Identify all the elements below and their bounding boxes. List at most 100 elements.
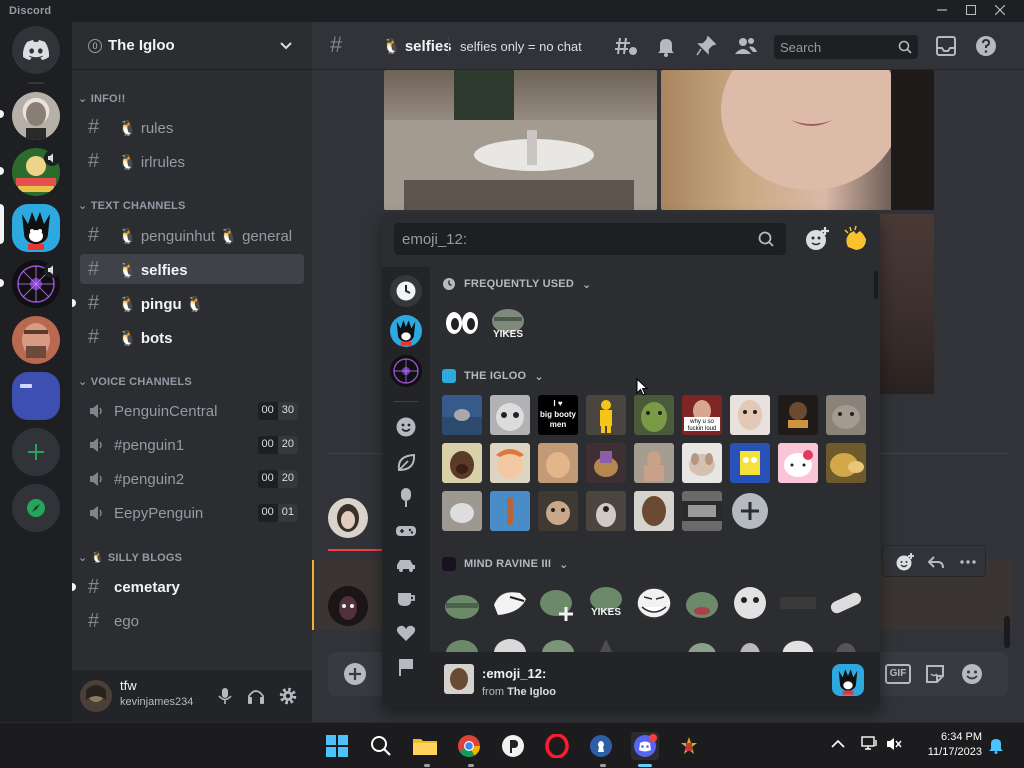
headphones-icon[interactable]	[246, 686, 266, 706]
channel-cemetary[interactable]: # cemetary	[72, 572, 304, 602]
category-voice-channels[interactable]: ⌄ VOICE CHANNELS	[78, 375, 192, 388]
avatar[interactable]	[80, 680, 112, 712]
message-avatar[interactable]	[328, 498, 368, 538]
emoji-igloo-18[interactable]	[826, 443, 866, 483]
opera-icon[interactable]	[543, 732, 571, 760]
emoji-ravine-10[interactable]	[442, 631, 482, 652]
voice-channel-penguincentral[interactable]: PenguinCentral 00 30	[80, 396, 304, 426]
game-icon[interactable]	[675, 732, 703, 760]
system-clock[interactable]: 6:34 PM 11/17/2023	[928, 730, 982, 760]
emoji-igloo-22[interactable]	[586, 491, 626, 531]
emoji-igloo-15[interactable]	[682, 443, 722, 483]
voice-channel-penguin1[interactable]: #penguin1 00 20	[80, 430, 304, 460]
direct-messages-button[interactable]	[12, 26, 60, 74]
emoji-igloo-3[interactable]: I ♥ big booty men	[538, 395, 578, 435]
emoji-search-input[interactable]	[402, 229, 742, 249]
rail-people[interactable]	[390, 411, 422, 443]
emoji-ravine-5[interactable]	[634, 583, 674, 623]
emoji-igloo-19[interactable]	[442, 491, 482, 531]
emoji-ravine-4[interactable]: YIKES	[586, 583, 626, 623]
rail-nature[interactable]	[390, 447, 422, 479]
rail-food[interactable]	[390, 481, 422, 513]
guild-header[interactable]: 0 The Igloo	[72, 22, 312, 70]
emoji-ravine-3[interactable]	[538, 583, 578, 623]
windows-start-icon[interactable]	[323, 732, 351, 760]
emoji-igloo-17[interactable]	[778, 443, 818, 483]
chrome-icon[interactable]	[455, 732, 483, 760]
gear-icon[interactable]	[278, 686, 298, 706]
emoji-igloo-9[interactable]	[826, 395, 866, 435]
explore-button[interactable]	[12, 484, 60, 532]
emoji-igloo-20[interactable]	[490, 491, 530, 531]
voice-channel-penguin2[interactable]: #penguin2 00 20	[80, 464, 304, 494]
section-frequently-used[interactable]: FREQUENTLY USED ⌄	[442, 277, 591, 291]
taskbar-search-icon[interactable]	[367, 732, 395, 760]
clapping-hands-icon[interactable]	[842, 225, 870, 253]
bell-icon[interactable]	[654, 34, 678, 58]
emoji-ravine-17[interactable]	[826, 631, 866, 652]
emoji-igloo-6[interactable]: why u so fuckin loud	[682, 395, 722, 435]
server-icon-the-igloo[interactable]	[12, 204, 60, 252]
emoji-igloo-13[interactable]	[586, 443, 626, 483]
channel-penguinhut-general[interactable]: # 🐧 penguinhut 🐧 general	[80, 220, 304, 250]
selfie-image-3[interactable]	[878, 214, 934, 394]
emoji-igloo-11[interactable]	[490, 443, 530, 483]
help-icon[interactable]	[974, 34, 998, 58]
emoji-eyes[interactable]	[442, 303, 482, 343]
inbox-icon[interactable]	[934, 34, 958, 58]
rail-activities[interactable]	[390, 515, 422, 547]
search-box[interactable]: Search	[774, 35, 918, 59]
channel-pingu[interactable]: # 🐧 pingu 🐧	[72, 288, 304, 318]
emoji-ravine-9[interactable]	[826, 583, 866, 623]
add-reaction-icon[interactable]	[895, 552, 915, 572]
channel-rules[interactable]: # 🐧 rules	[80, 112, 304, 142]
emoji-igloo-24[interactable]	[682, 491, 722, 531]
emoji-igloo-16[interactable]	[730, 443, 770, 483]
emoji-igloo-14[interactable]	[634, 443, 674, 483]
emoji-icon[interactable]	[961, 663, 983, 685]
emoji-ravine-15[interactable]	[730, 631, 770, 652]
sticker-icon[interactable]	[924, 663, 946, 685]
selfie-image-2[interactable]	[661, 70, 934, 210]
upload-button[interactable]	[344, 663, 366, 685]
source-server-icon[interactable]	[832, 664, 864, 696]
emoji-igloo-7[interactable]	[730, 395, 770, 435]
rail-objects[interactable]	[390, 583, 422, 615]
rail-mind-ravine[interactable]	[390, 355, 422, 387]
emoji-igloo-1[interactable]	[442, 395, 482, 435]
taskbar-discord-icon[interactable]	[631, 732, 659, 760]
channel-irlrules[interactable]: # 🐧 irlrules	[80, 146, 304, 176]
emoji-ravine-2[interactable]	[490, 583, 530, 623]
threads-icon[interactable]	[614, 34, 638, 58]
category-info[interactable]: ⌄ INFO!!	[78, 92, 126, 105]
channel-bots[interactable]: # 🐧 bots	[80, 322, 304, 352]
category-text-channels[interactable]: ⌄ TEXT CHANNELS	[78, 199, 186, 212]
emoji-igloo-2[interactable]	[490, 395, 530, 435]
emoji-yikes-frog[interactable]: YIKES	[488, 303, 528, 343]
notification-bell-icon[interactable]	[988, 736, 1004, 754]
gif-button[interactable]: GIF	[885, 664, 911, 684]
chat-scrollbar[interactable]	[1004, 616, 1010, 648]
rail-flags[interactable]	[390, 651, 422, 683]
display-icon[interactable]	[861, 736, 879, 752]
rail-symbols[interactable]	[390, 617, 422, 649]
emoji-igloo-8[interactable]	[778, 395, 818, 435]
emoji-igloo-23[interactable]	[634, 491, 674, 531]
rail-frequent[interactable]	[390, 275, 422, 307]
emoji-ravine-1[interactable]	[442, 583, 482, 623]
voice-channel-eepypenguin[interactable]: EepyPenguin 00 01	[80, 498, 304, 528]
selfie-image-1[interactable]	[384, 70, 657, 210]
emoji-ravine-6[interactable]	[682, 583, 722, 623]
chess-icon[interactable]	[587, 732, 615, 760]
section-mind-ravine[interactable]: MIND RAVINE III ⌄	[442, 557, 569, 571]
message-avatar[interactable]	[328, 586, 368, 626]
emoji-igloo-21[interactable]	[538, 491, 578, 531]
server-icon-6[interactable]	[12, 372, 60, 420]
microphone-icon[interactable]	[215, 686, 235, 706]
file-explorer-icon[interactable]	[411, 732, 439, 760]
maximize-icon[interactable]	[957, 1, 985, 21]
member-list-icon[interactable]	[734, 34, 758, 58]
emoji-ravine-8[interactable]	[778, 583, 818, 623]
volume-muted-icon[interactable]	[885, 736, 903, 752]
section-the-igloo[interactable]: THE IGLOO ⌄	[442, 369, 544, 383]
